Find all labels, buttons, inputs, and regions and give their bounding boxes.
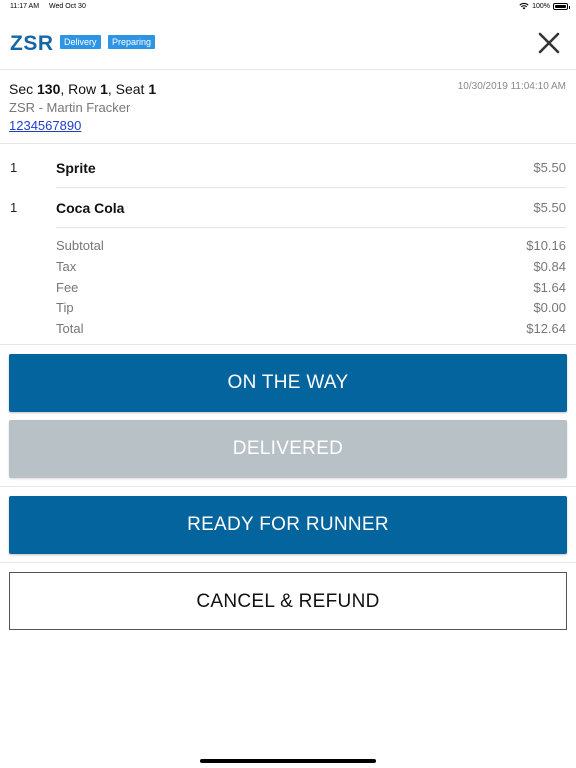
- item-price: $5.50: [533, 160, 566, 175]
- delivery-badge: Delivery: [60, 35, 101, 49]
- sec-label: Sec: [9, 81, 34, 97]
- battery-percent: 100%: [532, 2, 550, 10]
- order-info: Sec 130, Row 1, Seat 1 10/30/2019 11:04:…: [0, 70, 576, 144]
- close-icon[interactable]: [536, 30, 562, 56]
- summary-value: $12.64: [526, 321, 566, 336]
- line-item: 1 Coca Cola $5.50: [0, 200, 576, 240]
- summary-value: $0.84: [533, 259, 566, 274]
- item-name: Sprite: [56, 160, 96, 176]
- order-timestamp: 10/30/2019 11:04:10 AM: [457, 81, 566, 92]
- summary-label: Subtotal: [56, 238, 104, 253]
- brand-logo-text: ZSR: [10, 32, 54, 55]
- home-indicator[interactable]: [200, 759, 376, 763]
- seat-value: 1: [148, 81, 157, 97]
- row-label: , Row: [60, 81, 97, 97]
- battery-level-fill: [555, 4, 566, 8]
- summary-label: Total: [56, 321, 84, 336]
- status-date: Wed Oct 30: [49, 3, 86, 10]
- sec-value: 130: [37, 81, 61, 97]
- on-the-way-button[interactable]: ON THE WAY: [9, 354, 567, 412]
- summary-value: $0.00: [533, 300, 566, 315]
- status-right: 100%: [519, 2, 570, 10]
- section-divider: [0, 486, 576, 487]
- item-qty: 1: [10, 200, 18, 215]
- item-name: Coca Cola: [56, 200, 125, 216]
- seat-location: Sec 130, Row 1, Seat 1: [9, 81, 156, 97]
- line-item: 1 Sprite $5.50: [0, 160, 576, 200]
- wifi-icon: [519, 3, 529, 10]
- customer-name: ZSR - Martin Fracker: [9, 100, 131, 115]
- customer-phone-link[interactable]: 1234567890: [9, 118, 81, 133]
- summary-tip: Tip $0.00: [56, 300, 566, 316]
- item-divider: [56, 187, 566, 188]
- section-divider: [0, 562, 576, 563]
- seat-label: , Seat: [107, 81, 145, 97]
- summary-total: Total $12.64: [56, 321, 566, 337]
- cancel-refund-button[interactable]: CANCEL & REFUND: [9, 572, 567, 630]
- item-divider: [56, 227, 566, 228]
- item-qty: 1: [10, 160, 18, 175]
- delivered-button[interactable]: DELIVERED: [9, 420, 567, 478]
- status-badge: Preparing: [108, 35, 156, 49]
- summary-value: $1.64: [533, 280, 566, 295]
- ready-for-runner-button[interactable]: READY FOR RUNNER: [9, 496, 567, 554]
- summary-label: Tip: [56, 300, 74, 315]
- section-divider: [0, 344, 576, 345]
- summary-subtotal: Subtotal $10.16: [56, 238, 566, 254]
- summary-label: Fee: [56, 280, 79, 295]
- summary-label: Tax: [56, 259, 77, 274]
- status-left: 11:17 AM Wed Oct 30: [10, 3, 94, 10]
- battery-icon: [553, 2, 570, 10]
- status-bar: 11:17 AM Wed Oct 30 100%: [0, 0, 576, 14]
- summary-fee: Fee $1.64: [56, 280, 566, 296]
- row-value: 1: [100, 81, 108, 97]
- order-header: ZSR Delivery Preparing: [0, 28, 576, 70]
- item-price: $5.50: [533, 200, 566, 215]
- status-time: 11:17 AM: [10, 3, 40, 10]
- summary-value: $10.16: [526, 238, 566, 253]
- summary-tax: Tax $0.84: [56, 259, 566, 275]
